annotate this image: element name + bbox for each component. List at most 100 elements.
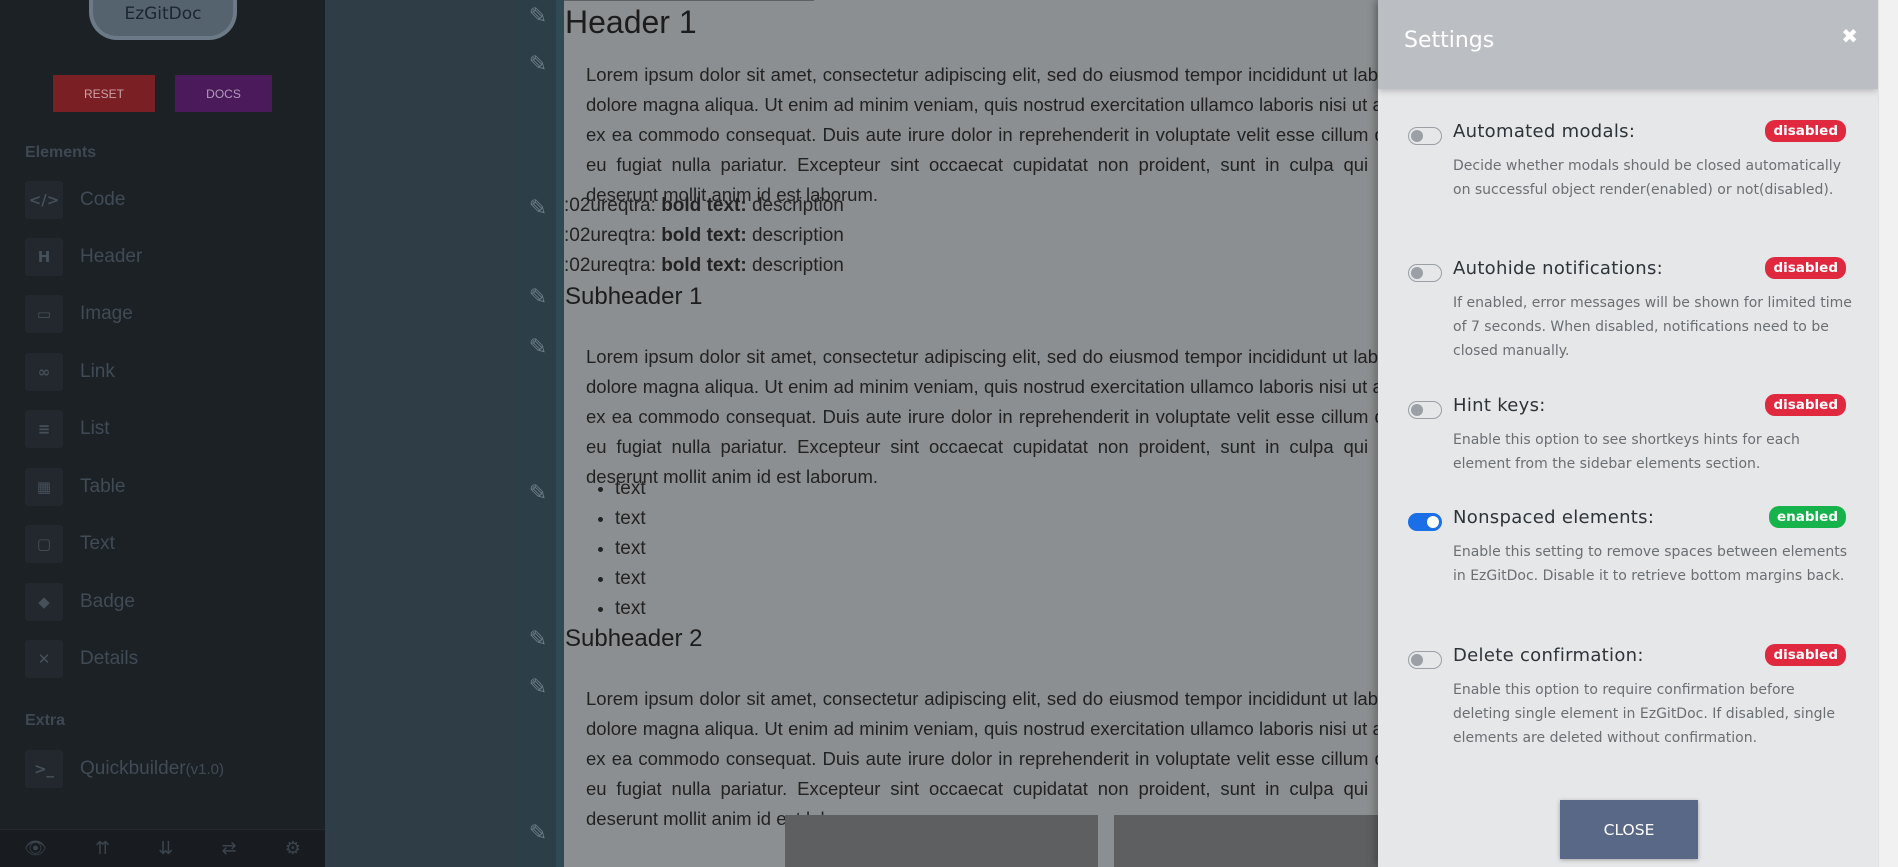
setting-name: Hint keys: bbox=[1453, 395, 1546, 416]
status-badge: disabled bbox=[1765, 394, 1846, 416]
edit-pencil-icon[interactable]: ✎ bbox=[525, 285, 551, 311]
sidebar-item-details[interactable]: ✕ Details bbox=[25, 639, 305, 679]
link-icon: ∞ bbox=[25, 353, 63, 391]
details-icon: ✕ bbox=[25, 640, 63, 678]
doc-kv-line: :02ureqtra: bold text: description bbox=[564, 225, 844, 246]
doc-paragraph: Lorem ipsum dolor sit amet, consectetur … bbox=[586, 346, 1378, 487]
collapse-all-icon[interactable]: ⇈ bbox=[95, 838, 110, 859]
edit-pencil-icon[interactable]: ✎ bbox=[525, 481, 551, 507]
doc-header-1: Header 1 bbox=[565, 4, 697, 40]
toggle-knob bbox=[1411, 267, 1423, 279]
doc-paragraph: Lorem ipsum dolor sit amet, consectetur … bbox=[586, 64, 1378, 205]
sidebar-item-label: Code bbox=[80, 189, 126, 210]
sidebar-item-label: Quickbuilder bbox=[80, 758, 186, 779]
hint-keys-toggle[interactable] bbox=[1408, 401, 1442, 419]
status-badge: disabled bbox=[1765, 644, 1846, 666]
sidebar-item-label: Link bbox=[80, 361, 115, 382]
status-badge: disabled bbox=[1765, 257, 1846, 279]
doc-subheader-1: Subheader 1 bbox=[565, 283, 703, 310]
setting-description: If enabled, error messages will be shown… bbox=[1453, 295, 1852, 359]
sidebar-item-image[interactable]: ▭ Image bbox=[25, 294, 305, 334]
sidebar-item-badge[interactable]: ◆ Badge bbox=[25, 582, 305, 622]
edit-pencil-icon[interactable]: ✎ bbox=[525, 4, 551, 30]
sidebar-item-label: Header bbox=[80, 246, 143, 267]
setting-description: Enable this setting to remove spaces bet… bbox=[1453, 544, 1848, 584]
list-item: text bbox=[615, 594, 646, 624]
badge-icon: ◆ bbox=[25, 583, 63, 621]
app-logo-text: EzGitDoc bbox=[124, 4, 202, 24]
edit-pencil-icon[interactable]: ✎ bbox=[525, 627, 551, 653]
nonspaced-elements-toggle[interactable] bbox=[1408, 513, 1442, 531]
doc-paragraph: Lorem ipsum dolor sit amet, consectetur … bbox=[586, 688, 1378, 829]
list-item: text bbox=[615, 474, 646, 504]
table-icon: ▦ bbox=[25, 468, 63, 506]
sidebar-item-label: Details bbox=[80, 648, 139, 669]
reset-button[interactable]: RESET bbox=[53, 75, 155, 112]
table-cell-placeholder bbox=[1114, 815, 1378, 867]
image-icon: ▭ bbox=[25, 295, 63, 333]
extra-heading: Extra bbox=[25, 712, 66, 729]
setting-description: Decide whether modals should be closed a… bbox=[1453, 158, 1841, 198]
sidebar-item-list[interactable]: ≡ List bbox=[25, 409, 305, 449]
gutter-divider bbox=[556, 0, 564, 867]
sidebar-item-link[interactable]: ∞ Link bbox=[25, 352, 305, 392]
doc-kv-line: :02ureqtra: bold text: description bbox=[564, 195, 844, 216]
status-badge: enabled bbox=[1769, 506, 1846, 528]
preview-eye-icon[interactable]: 👁 bbox=[24, 838, 47, 859]
header-icon: H bbox=[25, 238, 63, 276]
sidebar-item-header[interactable]: H Header bbox=[25, 237, 305, 277]
sidebar-item-label: Image bbox=[80, 303, 133, 324]
delete-confirmation-toggle[interactable] bbox=[1408, 651, 1442, 669]
terminal-icon: >_ bbox=[25, 750, 63, 788]
list-icon: ≡ bbox=[25, 410, 63, 448]
doc-list: texttexttexttexttext bbox=[615, 474, 646, 624]
sidebar-item-quickbuilder[interactable]: >_ Quickbuilder(v1.0) bbox=[25, 749, 305, 789]
doc-kv-line: :02ureqtra: bold text: description bbox=[564, 255, 844, 276]
setting-name: Delete confirmation: bbox=[1453, 645, 1644, 666]
sidebar-item-code[interactable]: </> Code bbox=[25, 180, 305, 220]
list-item: text bbox=[615, 504, 646, 534]
list-item: text bbox=[615, 564, 646, 594]
close-button[interactable]: CLOSE bbox=[1560, 800, 1698, 859]
expand-all-icon[interactable]: ⇊ bbox=[158, 838, 173, 859]
toggle-knob bbox=[1411, 404, 1423, 416]
swap-icon[interactable]: ⇄ bbox=[222, 838, 237, 859]
setting-description: Enable this option to require confirmati… bbox=[1453, 682, 1836, 746]
sidebar-bottom-toolbar: 👁 ⇈ ⇊ ⇄ ⚙ bbox=[0, 829, 325, 867]
edit-pencil-icon[interactable]: ✎ bbox=[525, 821, 551, 847]
autohide-notifications-toggle[interactable] bbox=[1408, 264, 1442, 282]
setting-description: Enable this option to see shortkeys hint… bbox=[1453, 432, 1800, 472]
sidebar-item-table[interactable]: ▦ Table bbox=[25, 467, 305, 507]
elements-heading: Elements bbox=[25, 144, 97, 161]
docs-button[interactable]: DOCS bbox=[175, 75, 272, 112]
list-item: text bbox=[615, 534, 646, 564]
sidebar-item-label: List bbox=[80, 418, 110, 439]
doc-subheader-2: Subheader 2 bbox=[565, 625, 703, 652]
settings-panel: Settings ✖ Automated modals: disabled Deci… bbox=[1378, 0, 1878, 867]
version-label: (v1.0) bbox=[185, 761, 224, 778]
settings-title: Settings bbox=[1404, 28, 1495, 53]
sidebar-item-label: Text bbox=[80, 533, 115, 554]
sidebar-item-label: Table bbox=[80, 476, 126, 497]
scrollbar[interactable] bbox=[1878, 0, 1898, 867]
table-cell-placeholder bbox=[785, 815, 1098, 867]
divider bbox=[564, 0, 814, 1]
edit-pencil-icon[interactable]: ✎ bbox=[525, 196, 551, 222]
document-preview: Header 1 Lorem ipsum dolor sit amet, con… bbox=[564, 0, 1378, 867]
edit-pencil-icon[interactable]: ✎ bbox=[525, 52, 551, 78]
status-badge: disabled bbox=[1765, 120, 1846, 142]
settings-gear-icon[interactable]: ⚙ bbox=[285, 838, 301, 859]
setting-name: Autohide notifications: bbox=[1453, 258, 1663, 279]
sidebar: EzGitDoc RESET DOCS Elements </> Code H Hea… bbox=[0, 0, 325, 867]
sidebar-item-text[interactable]: ▢ Text bbox=[25, 524, 305, 564]
settings-header: Settings ✖ bbox=[1378, 0, 1878, 89]
setting-name: Automated modals: bbox=[1453, 121, 1636, 142]
edit-pencil-icon[interactable]: ✎ bbox=[525, 335, 551, 361]
close-icon[interactable]: ✖ bbox=[1841, 24, 1858, 48]
edit-pencil-icon[interactable]: ✎ bbox=[525, 675, 551, 701]
automated-modals-toggle[interactable] bbox=[1408, 127, 1442, 145]
toggle-knob bbox=[1427, 516, 1439, 528]
text-icon: ▢ bbox=[25, 525, 63, 563]
app-logo: EzGitDoc bbox=[89, 0, 237, 40]
setting-name: Nonspaced elements: bbox=[1453, 507, 1655, 528]
